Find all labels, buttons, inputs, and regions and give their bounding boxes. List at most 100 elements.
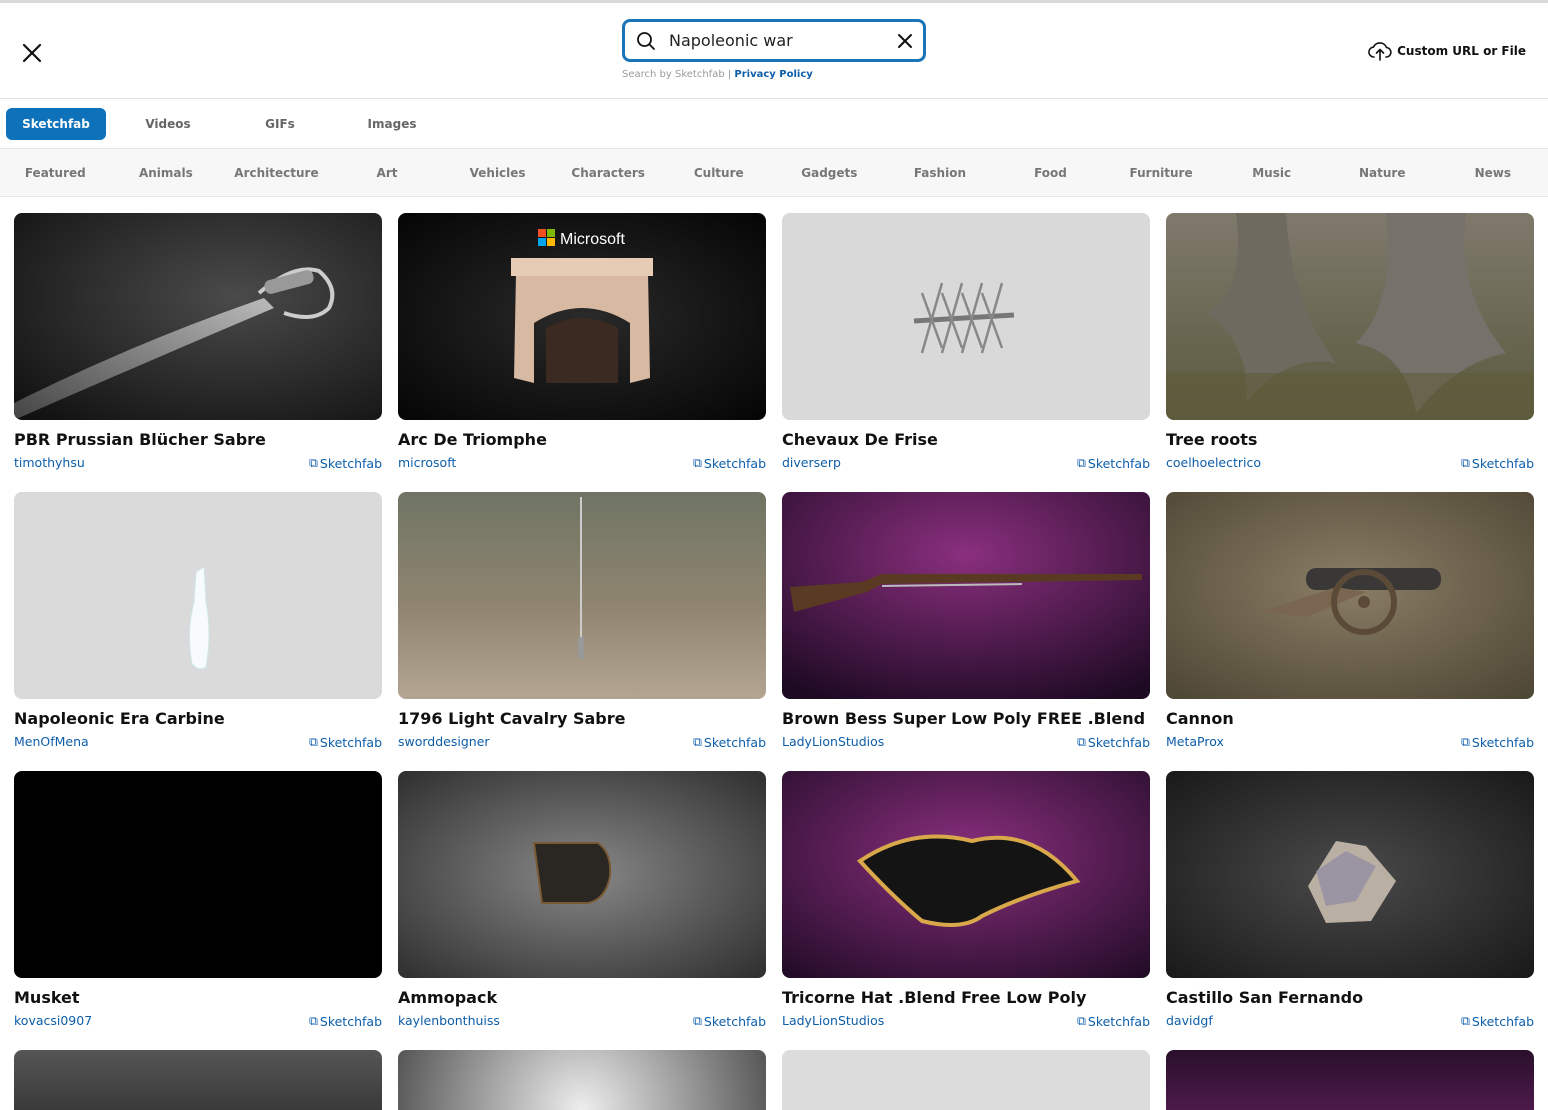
model-thumbnail[interactable]: [782, 492, 1150, 699]
model-thumbnail[interactable]: [782, 1050, 1150, 1110]
tab-videos[interactable]: Videos: [118, 108, 218, 140]
result-card[interactable]: Chevaux De Frise diverserp ⧉ Sketchfab: [782, 213, 1150, 492]
microsoft-logo-text: Microsoft: [560, 231, 625, 248]
category-characters[interactable]: Characters: [553, 166, 664, 180]
result-author[interactable]: davidgf: [1166, 1013, 1213, 1029]
result-card[interactable]: PBR Prussian Blücher Sabre timothyhsu ⧉ S…: [14, 213, 382, 492]
result-card[interactable]: Microsoft Arc De Triomphe microsoft ⧉ Ske…: [398, 213, 766, 492]
result-title[interactable]: 1796 Light Cavalry Sabre: [398, 709, 766, 728]
category-vehicles[interactable]: Vehicles: [442, 166, 553, 180]
category-culture[interactable]: Culture: [663, 166, 774, 180]
category-food[interactable]: Food: [995, 166, 1106, 180]
result-author[interactable]: LadyLionStudios: [782, 1013, 884, 1029]
category-art[interactable]: Art: [332, 166, 443, 180]
result-source-link[interactable]: ⧉ Sketchfab: [693, 455, 766, 471]
result-author[interactable]: LadyLionStudios: [782, 734, 884, 750]
tab-gifs[interactable]: GIFs: [230, 108, 330, 140]
external-link-icon: ⧉: [692, 1013, 702, 1028]
custom-url-button[interactable]: Custom URL or File: [1367, 41, 1526, 61]
model-thumbnail[interactable]: [398, 1050, 766, 1110]
result-source-link[interactable]: ⧉ Sketchfab: [693, 1013, 766, 1029]
result-author[interactable]: microsoft: [398, 455, 456, 471]
model-thumbnail[interactable]: [782, 771, 1150, 978]
result-title[interactable]: Tricorne Hat .Blend Free Low Poly: [782, 988, 1150, 1007]
model-thumbnail[interactable]: [1166, 1050, 1534, 1110]
result-author[interactable]: MenOfMena: [14, 734, 89, 750]
category-news[interactable]: News: [1438, 166, 1548, 180]
close-button[interactable]: [18, 39, 46, 67]
search-input[interactable]: [657, 31, 895, 50]
result-source-link[interactable]: ⧉ Sketchfab: [1461, 734, 1534, 750]
source-tabs: Sketchfab Videos GIFs Images: [0, 99, 1548, 149]
result-source-link[interactable]: ⧉ Sketchfab: [693, 734, 766, 750]
model-thumbnail[interactable]: [398, 771, 766, 978]
result-author[interactable]: diverserp: [782, 455, 841, 471]
result-card[interactable]: Tree roots coelhoelectrico ⧉ Sketchfab: [1166, 213, 1534, 492]
result-title[interactable]: Ammopack: [398, 988, 766, 1007]
model-thumbnail[interactable]: [1166, 213, 1534, 420]
search-note-text: Search by Sketchfab |: [622, 69, 732, 80]
result-source-link[interactable]: ⧉ Sketchfab: [1077, 734, 1150, 750]
category-nature[interactable]: Nature: [1327, 166, 1438, 180]
model-thumbnail[interactable]: [14, 1050, 382, 1110]
category-bar: Featured Animals Architecture Art Vehicl…: [0, 149, 1548, 197]
category-furniture[interactable]: Furniture: [1106, 166, 1217, 180]
search-area: Search by Sketchfab | Privacy Policy: [622, 19, 926, 80]
custom-url-label: Custom URL or File: [1397, 44, 1526, 58]
result-card[interactable]: Brown Bess Super Low Poly FREE .Blend La…: [782, 492, 1150, 771]
result-card[interactable]: Ammopack kaylenbonthuiss ⧉ Sketchfab: [398, 771, 766, 1050]
model-thumbnail[interactable]: [782, 213, 1150, 420]
result-card[interactable]: Musket kovacsi0907 ⧉ Sketchfab: [14, 771, 382, 1050]
result-source-link[interactable]: ⧉ Sketchfab: [1461, 455, 1534, 471]
result-title[interactable]: Arc De Triomphe: [398, 430, 766, 449]
result-author[interactable]: kaylenbonthuiss: [398, 1013, 500, 1029]
result-source-link[interactable]: ⧉ Sketchfab: [309, 455, 382, 471]
model-thumbnail[interactable]: [14, 771, 382, 978]
tab-sketchfab[interactable]: Sketchfab: [6, 107, 106, 140]
category-music[interactable]: Music: [1216, 166, 1327, 180]
result-title[interactable]: Cannon: [1166, 709, 1534, 728]
result-card[interactable]: 1796 Light Cavalry Sabre sworddesigner ⧉…: [398, 492, 766, 771]
clear-search-icon[interactable]: [895, 31, 915, 51]
result-source-link[interactable]: ⧉ Sketchfab: [309, 734, 382, 750]
result-source: Sketchfab: [1087, 1013, 1150, 1029]
tab-images[interactable]: Images: [342, 108, 442, 140]
result-author[interactable]: sworddesigner: [398, 734, 490, 750]
result-source-link[interactable]: ⧉ Sketchfab: [1077, 455, 1150, 471]
result-title[interactable]: Tree roots: [1166, 430, 1534, 449]
model-thumbnail[interactable]: [398, 492, 766, 699]
privacy-policy-link[interactable]: Privacy Policy: [734, 69, 812, 80]
result-title[interactable]: Musket: [14, 988, 382, 1007]
category-featured[interactable]: Featured: [0, 166, 111, 180]
model-thumbnail[interactable]: [14, 492, 382, 699]
external-link-icon: ⧉: [1076, 1013, 1086, 1028]
result-title[interactable]: Brown Bess Super Low Poly FREE .Blend: [782, 709, 1150, 728]
category-animals[interactable]: Animals: [111, 166, 222, 180]
category-architecture[interactable]: Architecture: [221, 166, 332, 180]
result-meta: kovacsi0907 ⧉ Sketchfab: [14, 1013, 382, 1029]
model-thumbnail[interactable]: [14, 213, 382, 420]
result-title[interactable]: PBR Prussian Blücher Sabre: [14, 430, 382, 449]
result-author[interactable]: MetaProx: [1166, 734, 1224, 750]
external-link-icon: ⧉: [1460, 1013, 1470, 1028]
model-thumbnail[interactable]: [1166, 771, 1534, 978]
result-card[interactable]: Cannon MetaProx ⧉ Sketchfab: [1166, 492, 1534, 771]
model-thumbnail[interactable]: [1166, 492, 1534, 699]
result-card[interactable]: Tricorne Hat .Blend Free Low Poly LadyLi…: [782, 771, 1150, 1050]
result-meta: LadyLionStudios ⧉ Sketchfab: [782, 734, 1150, 750]
result-title[interactable]: Napoleonic Era Carbine: [14, 709, 382, 728]
result-source-link[interactable]: ⧉ Sketchfab: [309, 1013, 382, 1029]
result-author[interactable]: kovacsi0907: [14, 1013, 92, 1029]
result-title[interactable]: Castillo San Fernando: [1166, 988, 1534, 1007]
result-card[interactable]: Castillo San Fernando davidgf ⧉ Sketchfab: [1166, 771, 1534, 1050]
search-box[interactable]: [622, 19, 926, 62]
model-thumbnail[interactable]: Microsoft: [398, 213, 766, 420]
result-title[interactable]: Chevaux De Frise: [782, 430, 1150, 449]
result-author[interactable]: coelhoelectrico: [1166, 455, 1261, 471]
result-author[interactable]: timothyhsu: [14, 455, 85, 471]
result-source-link[interactable]: ⧉ Sketchfab: [1461, 1013, 1534, 1029]
result-source-link[interactable]: ⧉ Sketchfab: [1077, 1013, 1150, 1029]
result-card[interactable]: Napoleonic Era Carbine MenOfMena ⧉ Sketch…: [14, 492, 382, 771]
category-fashion[interactable]: Fashion: [885, 166, 996, 180]
category-gadgets[interactable]: Gadgets: [774, 166, 885, 180]
